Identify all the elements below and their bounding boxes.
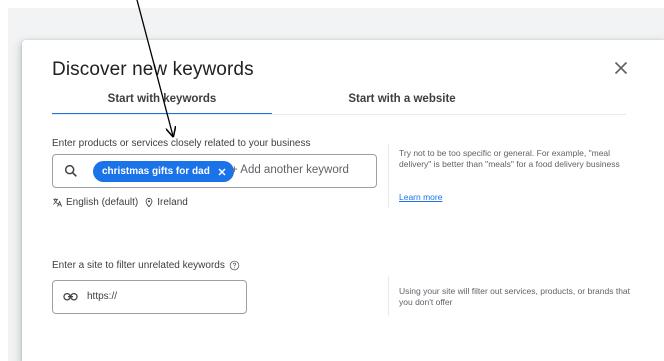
tabs-divider [52,114,626,115]
site-hint: Using your site will filter out services… [399,286,631,307]
site-input-box[interactable] [52,280,247,314]
tab-start-with-keywords[interactable]: Start with keywords [52,84,272,115]
tab-start-with-website[interactable]: Start with a website [292,84,512,114]
dialog-title: Discover new keywords [52,59,254,80]
search-icon [64,164,77,177]
site-filter-label-row: Enter a site to filter unrelated keyword… [52,260,240,271]
location-label: Ireland [157,196,188,208]
translate-icon [53,197,63,207]
remove-chip-icon[interactable] [216,166,228,178]
discover-keywords-dialog: Discover new keywords Start with keyword… [22,40,664,361]
language-selector[interactable]: English (default) [52,197,138,208]
locale-row: English (default) Ireland [52,195,188,209]
location-pin-icon [145,197,153,207]
keywords-label: Enter products or services closely relat… [52,138,311,149]
keywords-hint: Try not to be too specific or general. F… [399,148,620,169]
site-filter-label: Enter a site to filter unrelated keyword… [52,260,225,271]
learn-more-link[interactable]: Learn more [399,192,442,202]
language-label: English (default) [66,196,139,208]
section-divider [388,144,389,208]
close-icon[interactable] [610,57,632,79]
section-divider [388,276,389,316]
location-selector[interactable]: Ireland [144,197,188,208]
keyword-input-box[interactable]: christmas gifts for dad [52,154,377,188]
site-url-input[interactable] [87,291,237,302]
help-icon[interactable] [229,260,240,271]
link-icon [63,292,78,301]
keyword-chip-label: christmas gifts for dad [102,166,210,177]
add-keyword-input[interactable] [231,164,371,176]
tab-bar: Start with keywords Start with a website [52,84,626,115]
keyword-chip[interactable]: christmas gifts for dad [93,161,234,182]
